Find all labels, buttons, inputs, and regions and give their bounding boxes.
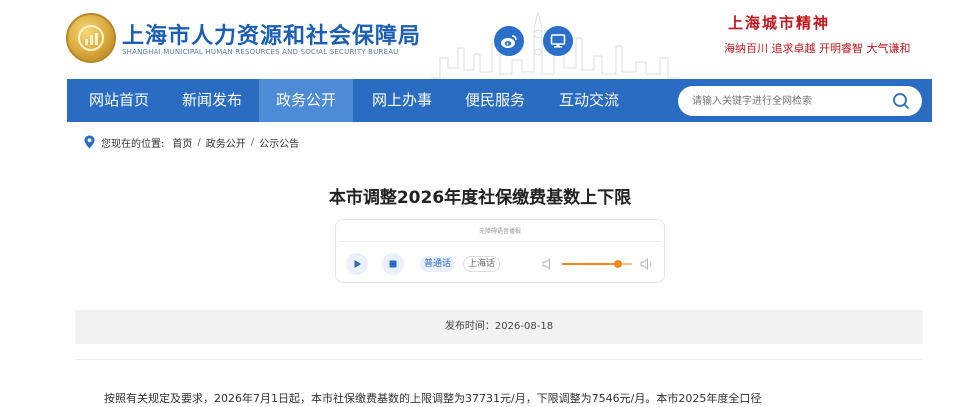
breadcrumb-label: 您现在的位置: <box>101 138 165 150</box>
nav-item-news[interactable]: 新闻发布 <box>170 79 254 122</box>
breadcrumb-separator: / <box>197 136 201 148</box>
nav-item-home[interactable]: 网站首页 <box>77 79 161 122</box>
play-icon <box>354 260 361 268</box>
audio-player: 无障碍语音播报 普通话 上海话 <box>335 219 665 283</box>
volume-slider[interactable] <box>562 260 632 268</box>
audio-hint: 无障碍语音播报 <box>478 228 521 235</box>
breadcrumb-separator: / <box>250 136 255 148</box>
search-input[interactable] <box>692 86 882 116</box>
search-box <box>678 86 922 116</box>
nav-item-citizen-services[interactable]: 便民服务 <box>453 79 537 122</box>
desktop-version-button[interactable] <box>543 26 573 56</box>
stop-button[interactable] <box>382 253 404 275</box>
volume-slider-handle[interactable] <box>614 260 622 268</box>
site-subtitle: SHANGHAI MUNICIPAL HUMAN RESOURCES AND S… <box>122 48 399 56</box>
audio-divider <box>340 241 660 242</box>
breadcrumb-government-affairs[interactable]: 政务公开 <box>206 135 246 150</box>
city-spirit-motto: 海纳百川 追求卓越 开明睿智 大气谦和 <box>724 42 911 55</box>
weibo-icon <box>501 35 517 48</box>
language-tab-shanghainese[interactable]: 上海话 <box>463 256 501 272</box>
volume-low-icon[interactable] <box>542 258 554 270</box>
volume-slider-fill <box>562 263 618 265</box>
language-tab-mandarin[interactable]: 普通话 <box>420 256 456 272</box>
city-spirit-title: 上海城市精神 <box>728 14 831 32</box>
nav-item-government-affairs[interactable]: 政务公开 <box>259 79 353 122</box>
bureau-logo-emblem[interactable] <box>66 13 116 63</box>
breadcrumb: 您现在的位置: 首页 / 政务公开 / 公示公告 <box>84 134 299 150</box>
site-header: 上海市人力资源和社会保障局 SHANGHAI MUNICIPAL HUMAN R… <box>0 0 960 80</box>
publish-time: 发布时间：2026-08-18 <box>75 310 923 344</box>
article-body-paragraph: 按照有关规定及要求，2026年7月1日起，本市社保缴费基数的上限调整为37731… <box>104 392 762 405</box>
volume-high-icon[interactable] <box>640 258 654 270</box>
nav-item-online-services[interactable]: 网上办事 <box>360 79 444 122</box>
site-title[interactable]: 上海市人力资源和社会保障局 <box>122 18 421 50</box>
monitor-icon <box>550 34 566 48</box>
breadcrumb-public-notices[interactable]: 公示公告 <box>259 135 299 150</box>
search-icon[interactable] <box>892 92 910 110</box>
article-title: 本市调整2026年度社保缴费基数上下限 <box>328 188 632 208</box>
play-button[interactable] <box>346 253 368 275</box>
stop-icon <box>389 260 397 268</box>
breadcrumb-home[interactable]: 首页 <box>172 135 192 150</box>
nav-item-interaction[interactable]: 互动交流 <box>547 79 631 122</box>
location-pin-icon <box>84 135 95 149</box>
main-nav: 网站首页 新闻发布 政务公开 网上办事 便民服务 互动交流 <box>67 79 932 122</box>
content-divider <box>75 359 923 360</box>
weibo-button[interactable] <box>494 26 524 56</box>
